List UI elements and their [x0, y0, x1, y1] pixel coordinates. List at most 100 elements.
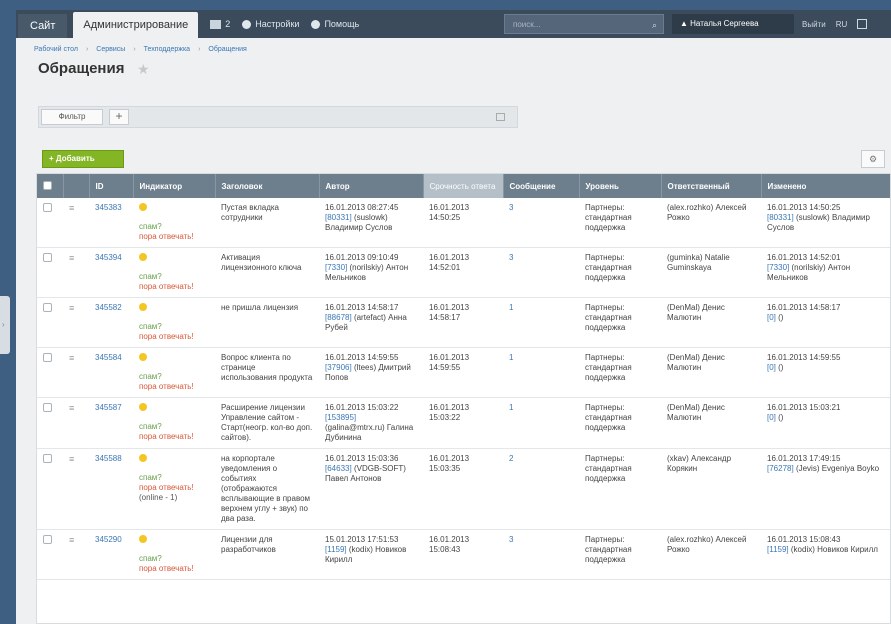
author-link[interactable]: [80331]: [325, 213, 352, 222]
messages-count-link[interactable]: 1: [509, 403, 513, 412]
author-link[interactable]: [7330]: [325, 263, 347, 272]
messages-count-link[interactable]: 3: [509, 253, 513, 262]
spam-link[interactable]: спам?: [139, 322, 209, 332]
author-link[interactable]: [37906]: [325, 363, 352, 372]
messages-count-link[interactable]: 3: [509, 535, 513, 544]
author-link[interactable]: [1159]: [325, 545, 347, 554]
row-title-cell[interactable]: Лицензии для разработчиков: [215, 529, 319, 580]
changed-by-link[interactable]: [76278]: [767, 464, 794, 473]
row-menu-icon[interactable]: ≡: [69, 253, 74, 263]
row-checkbox[interactable]: [43, 303, 52, 312]
tab-admin[interactable]: Администрирование: [73, 12, 199, 38]
table-row[interactable]: ≡ 345588 спам? пора отвечать! (online - …: [37, 448, 890, 530]
window-icon[interactable]: [857, 19, 868, 29]
filter-button[interactable]: Фильтр: [41, 109, 103, 125]
row-checkbox[interactable]: [43, 203, 52, 212]
row-checkbox[interactable]: [43, 253, 52, 262]
table-row[interactable]: ≡ 345394 спам? пора отвечать! Активация …: [37, 247, 890, 298]
row-title-cell[interactable]: Вопрос клиента по странице использования…: [215, 347, 319, 398]
header-responsible[interactable]: Ответственный: [661, 174, 762, 198]
row-menu-icon[interactable]: ≡: [69, 303, 74, 313]
table-row[interactable]: ≡ 345383 спам? пора отвечать! Пустая вкл…: [37, 198, 890, 248]
spam-link[interactable]: спам?: [139, 372, 209, 382]
messages-count-link[interactable]: 1: [509, 353, 513, 362]
author-link[interactable]: [64633]: [325, 464, 352, 473]
spam-link[interactable]: спам?: [139, 422, 209, 432]
row-checkbox[interactable]: [43, 353, 52, 362]
table-row[interactable]: ≡ 345290 спам? пора отвечать! Лицензии д…: [37, 529, 890, 580]
header-urgency[interactable]: Срочность ответа: [423, 174, 504, 198]
messages-count-link[interactable]: 3: [509, 203, 513, 212]
row-menu-icon[interactable]: ≡: [69, 353, 74, 363]
settings-button[interactable]: Настройки: [242, 10, 299, 38]
menu-toggle-handle[interactable]: ›: [0, 296, 10, 354]
add-button[interactable]: + Добавить: [42, 150, 124, 168]
ticket-id-link[interactable]: 345394: [95, 253, 122, 262]
header-title[interactable]: Заголовок: [215, 174, 320, 198]
row-menu-icon[interactable]: ≡: [69, 403, 74, 413]
changed-by-link[interactable]: [7330]: [767, 263, 789, 272]
messages-count-link[interactable]: 2: [509, 454, 513, 463]
tab-site[interactable]: Сайт: [18, 14, 68, 38]
row-title-cell[interactable]: не пришла лицензия: [215, 297, 319, 348]
search-input[interactable]: поиск... ⌕: [504, 14, 664, 34]
header-id[interactable]: ID: [89, 174, 134, 198]
row-checkbox[interactable]: [43, 535, 52, 544]
header-indicator[interactable]: Индикатор: [133, 174, 216, 198]
changed-by-link[interactable]: [1159]: [767, 545, 789, 554]
header-author[interactable]: Автор: [319, 174, 424, 198]
status-dot-icon: [139, 303, 147, 311]
row-menu-icon[interactable]: ≡: [69, 535, 74, 545]
row-menu-icon[interactable]: ≡: [69, 203, 74, 213]
changed-by-link[interactable]: [0]: [767, 413, 776, 422]
header-level[interactable]: Уровень: [579, 174, 662, 198]
user-menu[interactable]: ▲ Наталья Сергеева: [672, 14, 794, 34]
ticket-id-link[interactable]: 345587: [95, 403, 122, 412]
header-select-all[interactable]: [37, 174, 64, 198]
row-level-cell: Партнеры: стандартная поддержка: [579, 198, 661, 248]
row-menu-icon[interactable]: ≡: [69, 454, 74, 464]
grid-settings-button[interactable]: ⚙: [861, 150, 885, 168]
breadcrumb-item-tickets[interactable]: Обращения: [208, 46, 246, 53]
messages-count-link[interactable]: 1: [509, 303, 513, 312]
changed-by-link[interactable]: [0]: [767, 313, 776, 322]
logout-link[interactable]: Выйти: [802, 20, 826, 29]
favorite-star-icon[interactable]: ★: [137, 61, 150, 78]
lang-switch[interactable]: RU: [836, 20, 848, 29]
help-button[interactable]: Помощь: [311, 10, 359, 38]
add-filter-button[interactable]: +: [109, 109, 129, 125]
spam-link[interactable]: спам?: [139, 554, 209, 564]
ticket-id-link[interactable]: 345383: [95, 203, 122, 212]
author-link[interactable]: [88678]: [325, 313, 352, 322]
ticket-id-link[interactable]: 345290: [95, 535, 122, 544]
header-changed[interactable]: Изменено: [761, 174, 890, 198]
table-row[interactable]: ≡ 345582 спам? пора отвечать! не пришла …: [37, 297, 890, 348]
spam-link[interactable]: спам?: [139, 222, 209, 232]
spam-link[interactable]: спам?: [139, 272, 209, 282]
breadcrumb-item-services[interactable]: Сервисы: [96, 46, 125, 53]
ticket-id-link[interactable]: 345582: [95, 303, 122, 312]
row-checkbox[interactable]: [43, 403, 52, 412]
main-content: Рабочий стол › Сервисы › Техподдержка › Обр…: [16, 38, 891, 624]
ticket-id-link[interactable]: 345588: [95, 454, 122, 463]
calendar-icon[interactable]: [496, 113, 505, 121]
select-all-checkbox[interactable]: [43, 180, 52, 190]
header-messages[interactable]: Сообщение: [503, 174, 580, 198]
ticket-id-link[interactable]: 345584: [95, 353, 122, 362]
row-title-cell[interactable]: на корпортале уведомления о событиях (от…: [215, 448, 319, 530]
breadcrumb-item-support[interactable]: Техподдержка: [144, 46, 190, 53]
search-icon[interactable]: ⌕: [652, 20, 657, 31]
table-row[interactable]: ≡ 345587 спам? пора отвечать! Расширение…: [37, 397, 890, 449]
spam-link[interactable]: спам?: [139, 473, 209, 483]
notifications-button[interactable]: 2: [210, 10, 230, 38]
row-title-cell[interactable]: Активация лицензионного ключа: [215, 247, 319, 298]
changed-by-link[interactable]: [0]: [767, 363, 776, 372]
user-name: Наталья Сергеева: [690, 19, 759, 28]
changed-by-link[interactable]: [80331]: [767, 213, 794, 222]
row-title-cell[interactable]: Расширение лицензии Управление сайтом - …: [215, 397, 319, 449]
author-link[interactable]: [153895]: [325, 413, 356, 422]
row-title-cell[interactable]: Пустая вкладка сотрудники: [215, 198, 319, 248]
row-checkbox[interactable]: [43, 454, 52, 463]
table-row[interactable]: ≡ 345584 спам? пора отвечать! Вопрос кли…: [37, 347, 890, 398]
breadcrumb-item-desktop[interactable]: Рабочий стол: [34, 46, 78, 53]
